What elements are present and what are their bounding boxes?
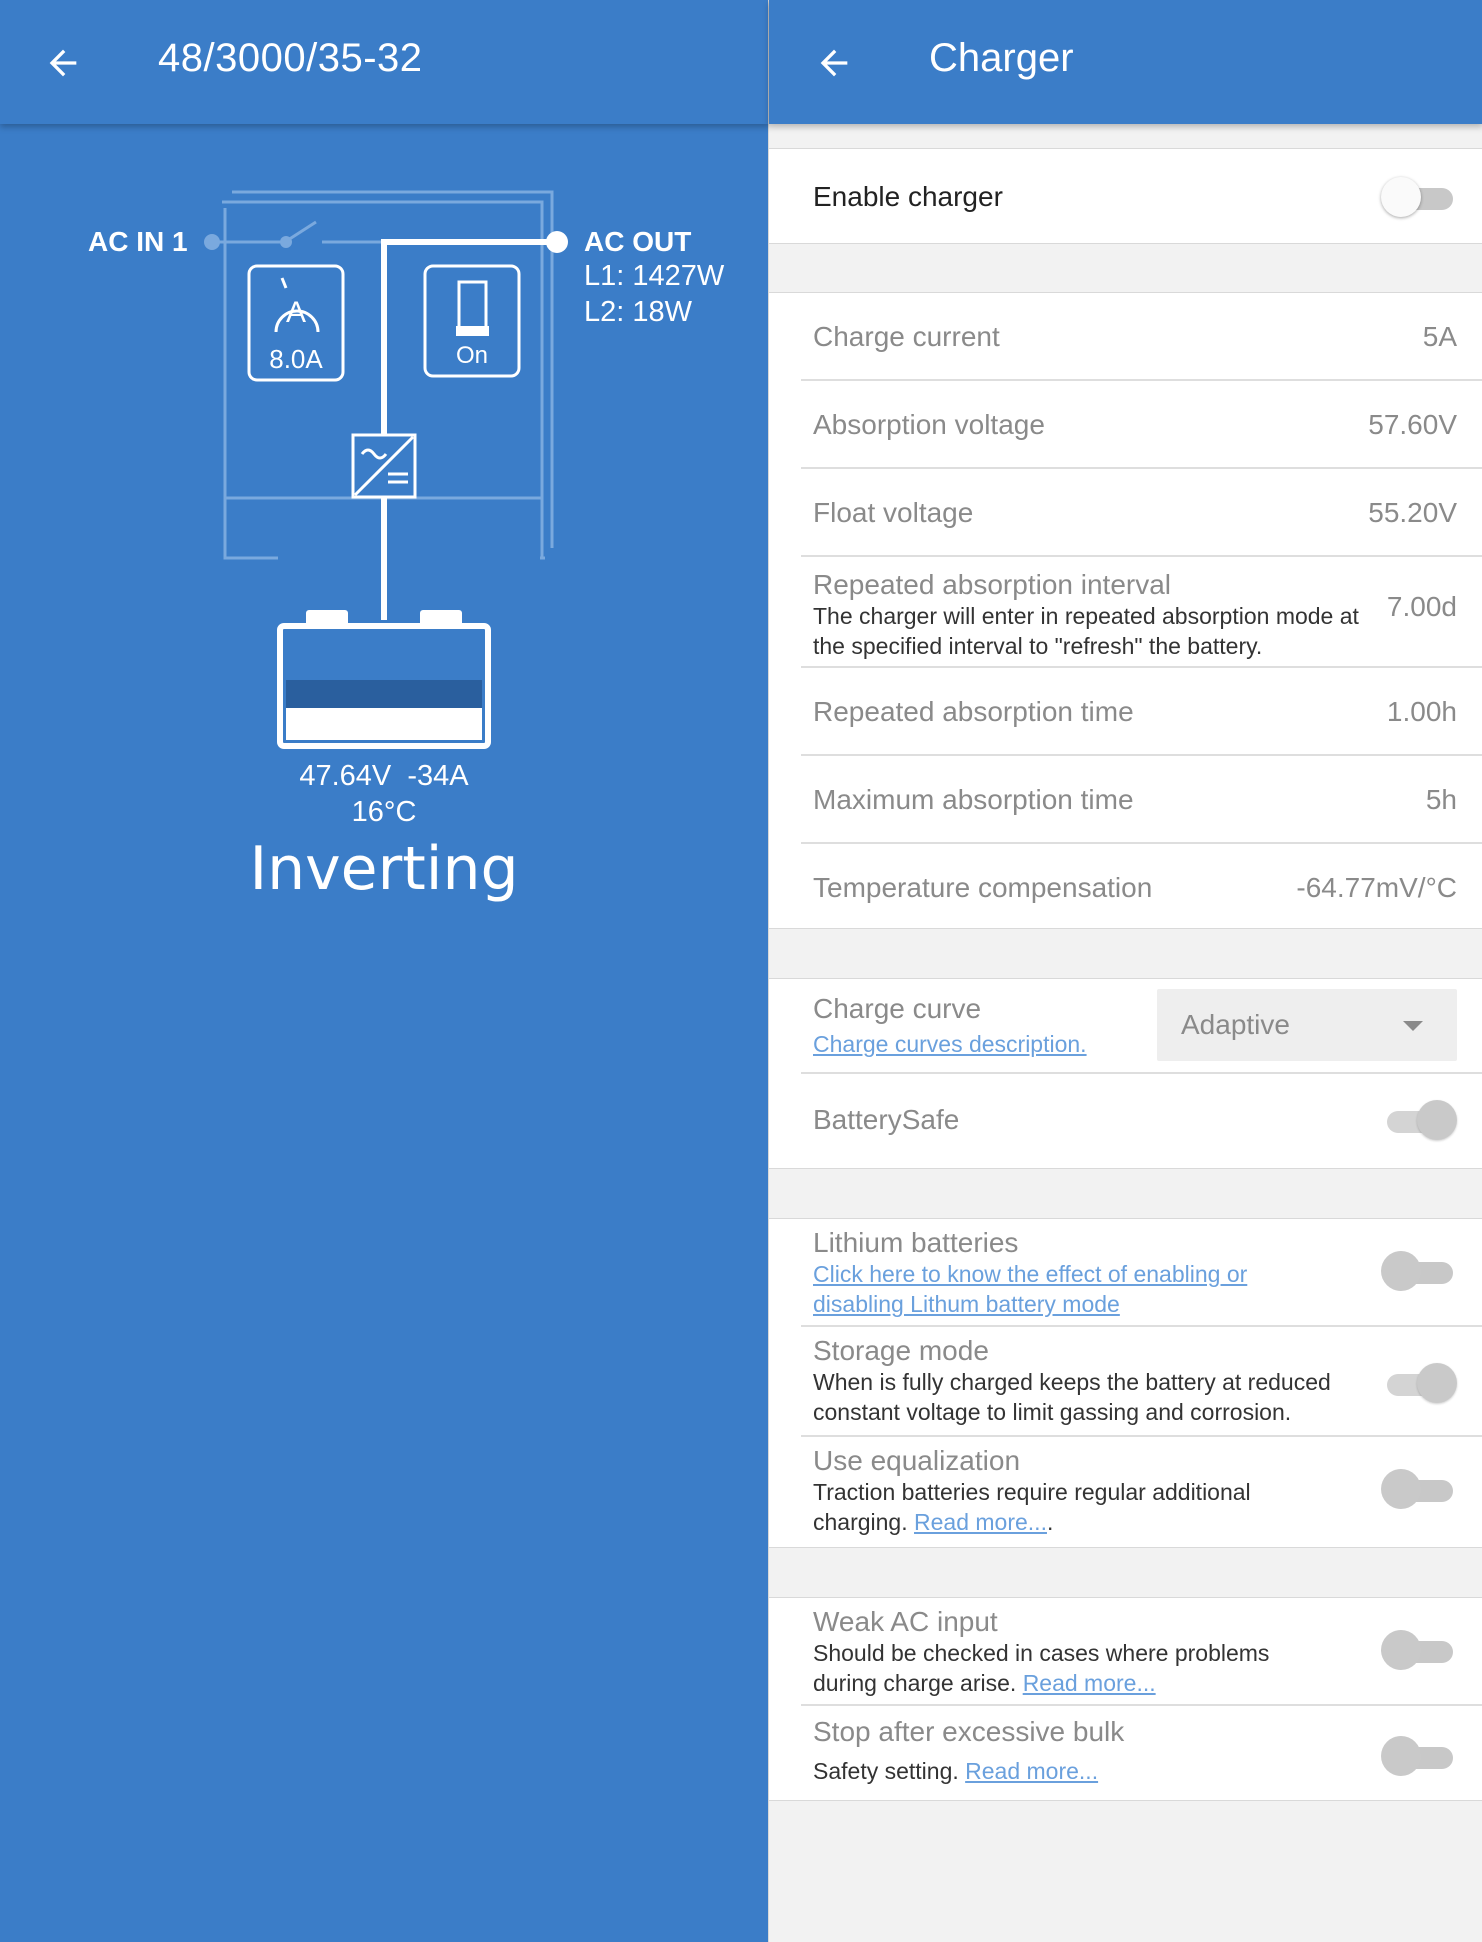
setting-value: 5h — [1425, 784, 1457, 815]
switch-state: On — [455, 342, 488, 369]
ac-in-label: AC IN 1 — [88, 226, 188, 257]
setting-label: Maximum absorption time — [813, 784, 1134, 815]
charge-curve-label: Charge curve — [813, 993, 982, 1024]
back-arrow-icon[interactable] — [28, 28, 98, 98]
equalization-suffix: . — [1046, 1509, 1054, 1535]
setting-label: Repeated absorption time — [813, 696, 1134, 727]
equalization-label: Use equalization — [813, 1445, 1021, 1476]
svg-text:A: A — [286, 296, 306, 329]
equalization-read-more-link[interactable]: Read more... — [914, 1509, 1047, 1535]
setting-value: 7.00d — [1386, 591, 1457, 622]
stop-bulk-label: Stop after excessive bulk — [813, 1716, 1125, 1747]
safety-options-card: Weak AC input Should be checked in cases… — [769, 1597, 1482, 1801]
setting-row-repeated-absorption-interval[interactable]: Repeated absorption interval The charger… — [801, 557, 1482, 668]
battery-safe-toggle[interactable] — [1381, 1098, 1457, 1142]
setting-label: Temperature compensation — [813, 872, 1153, 903]
charge-curves-description-link[interactable]: Charge curves description. — [813, 1029, 1087, 1059]
setting-description: The charger will enter in repeated absor… — [813, 603, 1359, 659]
storage-mode-row[interactable]: Storage mode When is fully charged keeps… — [801, 1327, 1482, 1437]
battery-safe-row[interactable]: BatterySafe — [801, 1074, 1482, 1167]
ac-out-node — [546, 231, 568, 253]
enable-charger-row[interactable]: Enable charger — [769, 149, 1482, 243]
charger-parameters-card: Charge current 5A Absorption voltage 57.… — [769, 292, 1482, 929]
battery-safe-label: BatterySafe — [813, 1104, 960, 1135]
setting-row-maximum-absorption-time[interactable]: Maximum absorption time 5h — [801, 756, 1482, 844]
setting-row-charge-current[interactable]: Charge current 5A — [801, 293, 1482, 381]
left-app-bar: 48/3000/35-32 — [0, 0, 768, 124]
stop-bulk-description: Safety setting. Read more... — [813, 1756, 1333, 1786]
stop-bulk-read-more-link[interactable]: Read more... — [965, 1758, 1098, 1784]
setting-row-repeated-absorption-time[interactable]: Repeated absorption time 1.00h — [801, 668, 1482, 756]
setting-label: Charge current — [813, 321, 1000, 352]
battery-voltage-current: 47.64V -34A — [299, 760, 469, 792]
enable-charger-label: Enable charger — [813, 181, 1003, 212]
page-title: Charger — [929, 36, 1074, 80]
setting-row-absorption-voltage[interactable]: Absorption voltage 57.60V — [801, 381, 1482, 469]
charge-curve-row: Charge curve Charge curves description. … — [801, 979, 1482, 1074]
stop-bulk-row[interactable]: Stop after excessive bulk Safety setting… — [801, 1706, 1482, 1800]
setting-value: 57.60V — [1368, 409, 1457, 440]
charge-curve-select[interactable]: Adaptive — [1157, 989, 1457, 1061]
weak-ac-description: Should be checked in cases where problem… — [813, 1638, 1333, 1698]
current-limit-value: 8.0A — [269, 344, 323, 374]
stop-bulk-toggle[interactable] — [1381, 1734, 1457, 1778]
setting-value: 5A — [1422, 321, 1457, 352]
battery-options-card: Lithium batteries Click here to know the… — [769, 1218, 1482, 1548]
equalization-row[interactable]: Use equalization Traction batteries requ… — [801, 1437, 1482, 1545]
storage-mode-toggle[interactable] — [1381, 1361, 1457, 1405]
device-title: 48/3000/35-32 — [158, 36, 423, 80]
setting-value: 55.20V — [1368, 497, 1457, 528]
lithium-info-link[interactable]: Click here to know the effect of enablin… — [813, 1259, 1293, 1319]
setting-label: Float voltage — [813, 497, 974, 528]
weak-ac-label: Weak AC input — [813, 1606, 998, 1637]
setting-label: Absorption voltage — [813, 409, 1045, 440]
ac-in-node — [204, 234, 220, 250]
charge-curve-selected: Adaptive — [1181, 1009, 1290, 1040]
weak-ac-read-more-link[interactable]: Read more... — [1023, 1670, 1156, 1696]
setting-value: 1.00h — [1386, 696, 1457, 727]
device-state: Inverting — [249, 834, 519, 904]
lithium-label: Lithium batteries — [813, 1227, 1019, 1258]
weak-ac-row[interactable]: Weak AC input Should be checked in cases… — [801, 1598, 1482, 1706]
ac-out-l2: L2: 18W — [584, 296, 692, 328]
enable-charger-card: Enable charger — [769, 148, 1482, 244]
battery-temperature: 16°C — [351, 796, 417, 828]
battery-readout: 47.64V -34A 16°C — [0, 758, 768, 830]
storage-mode-description: When is fully charged keeps the battery … — [813, 1369, 1331, 1425]
setting-row-temperature-compensation[interactable]: Temperature compensation -64.77mV/°C — [801, 844, 1482, 930]
setting-row-float-voltage[interactable]: Float voltage 55.20V — [801, 469, 1482, 557]
lithium-toggle[interactable] — [1381, 1249, 1457, 1293]
dropdown-caret-icon — [1403, 1021, 1423, 1031]
right-app-bar: Charger — [769, 0, 1482, 124]
charge-curve-card: Charge curve Charge curves description. … — [769, 978, 1482, 1169]
storage-mode-label: Storage mode — [813, 1335, 989, 1366]
enable-charger-toggle[interactable] — [1381, 175, 1457, 219]
setting-label: Repeated absorption interval — [813, 569, 1172, 600]
stop-bulk-text: Safety setting. — [813, 1758, 959, 1784]
device-overview-panel: 48/3000/35-32 A AC IN 1 AC OUT L1: 1427W… — [0, 0, 768, 1942]
battery-icon — [277, 610, 491, 749]
charger-settings-panel: Charger Enable charger Charge current 5A… — [768, 0, 1482, 1942]
weak-ac-toggle[interactable] — [1381, 1628, 1457, 1672]
equalization-description: Traction batteries require regular addit… — [813, 1477, 1313, 1537]
lithium-row: Lithium batteries Click here to know the… — [801, 1219, 1482, 1327]
ac-out-label: AC OUT — [584, 226, 692, 257]
equalization-toggle[interactable] — [1381, 1467, 1457, 1511]
back-arrow-icon[interactable] — [799, 28, 869, 98]
ac-out-l1: L1: 1427W — [584, 260, 725, 292]
setting-value: -64.77mV/°C — [1296, 872, 1457, 903]
